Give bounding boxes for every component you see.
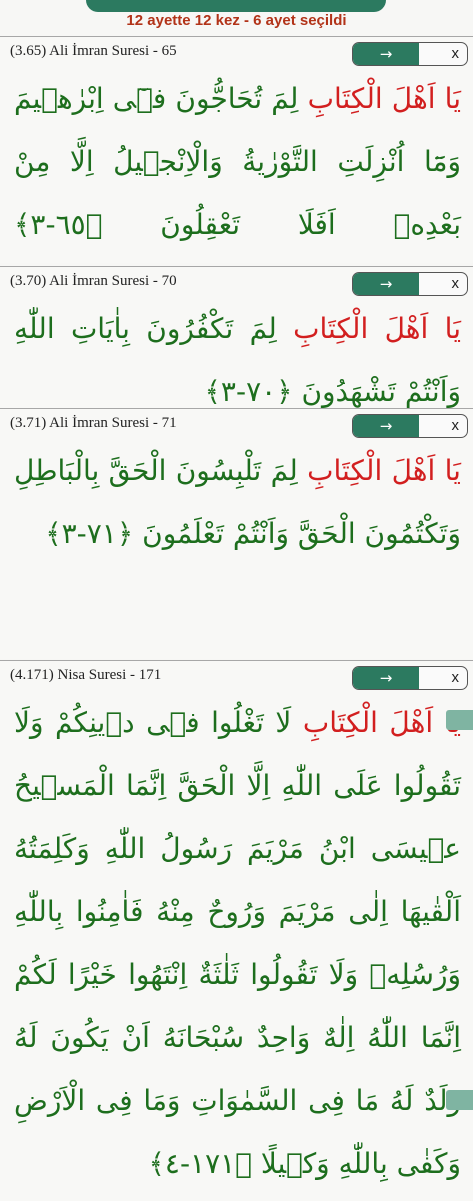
arrow-right-icon: → (379, 669, 393, 687)
arrow-right-icon: → (379, 417, 393, 435)
side-scroll-tab[interactable] (446, 1090, 473, 1110)
close-verse-button[interactable]: x (452, 273, 460, 295)
verse-number-marker: ﴿٦٥-٣﴾ (14, 208, 103, 241)
close-verse-button[interactable]: x (452, 667, 460, 689)
verse-number-marker: ﴿٧٠-٣﴾ (204, 375, 293, 408)
verse-number-marker: ﴿٧١-٣﴾ (45, 517, 134, 550)
verse-card: (3.70) Ali İmran Suresi - 70 → x يَا اَه… (0, 266, 473, 427)
header-tab-handle[interactable] (86, 0, 386, 12)
verse-text: يَا اَهْلَ الْكِتَابِ لِمَ تُحَاجُّونَ ف… (0, 67, 473, 256)
search-term-highlight: يَا اَهْلَ الْكِتَابِ (307, 454, 461, 487)
search-summary: 12 ayette 12 kez - 6 ayet seçildi (126, 12, 347, 29)
go-to-verse-button[interactable]: → (353, 415, 419, 437)
verse-text: يَا اَهْلَ الْكِتَابِ لِمَ تَكْفُرُونَ ب… (0, 297, 473, 423)
verse-card-header: (3.70) Ali İmran Suresi - 70 → x (0, 267, 473, 297)
arrow-right-icon: → (379, 45, 393, 63)
go-to-verse-button[interactable]: → (353, 667, 419, 689)
search-term-highlight: يَٓا اَهْلَ الْكِتَابِ (302, 706, 461, 739)
verse-reference: (3.71) Ali İmran Suresi - 71 (10, 415, 177, 431)
verse-card-header: (4.171) Nisa Suresi - 171 → x (0, 661, 473, 691)
side-scroll-tab[interactable] (446, 710, 473, 730)
search-term-highlight: يَا اَهْلَ الْكِتَابِ (293, 312, 461, 345)
results-header: 12 ayette 12 kez - 6 ayet seçildi (0, 0, 473, 36)
verse-reference: (3.70) Ali İmran Suresi - 70 (10, 273, 177, 289)
verse-controls: → x (352, 414, 468, 438)
verse-controls: → x (352, 272, 468, 296)
verse-controls: → x (352, 666, 468, 690)
verse-card: (3.71) Ali İmran Suresi - 71 → x يَا اَه… (0, 408, 473, 659)
verse-reference: (3.65) Ali İmran Suresi - 65 (10, 43, 177, 59)
arrow-right-icon: → (379, 275, 393, 293)
verse-body: لَا تَغْلُوا فٖى دٖينِكُمْ وَلَا تَقُولُ… (14, 706, 461, 1180)
verse-controls: → x (352, 42, 468, 66)
verse-card: (4.171) Nisa Suresi - 171 → x يَٓا اَهْل… (0, 660, 473, 1201)
verse-text: يَا اَهْلَ الْكِتَابِ لِمَ تَلْبِسُونَ ا… (0, 439, 473, 565)
verse-reference: (4.171) Nisa Suresi - 171 (10, 667, 162, 683)
close-verse-button[interactable]: x (452, 415, 460, 437)
close-verse-button[interactable]: x (452, 43, 460, 65)
search-term-highlight: يَا اَهْلَ الْكِتَابِ (307, 82, 461, 115)
verse-number-marker: ﴿١٧١-٤﴾ (148, 1147, 252, 1180)
verse-card-header: (3.71) Ali İmran Suresi - 71 → x (0, 409, 473, 439)
go-to-verse-button[interactable]: → (353, 273, 419, 295)
verse-card-header: (3.65) Ali İmran Suresi - 65 → x (0, 37, 473, 67)
verse-card: (3.65) Ali İmran Suresi - 65 → x يَا اَه… (0, 36, 473, 263)
go-to-verse-button[interactable]: → (353, 43, 419, 65)
verse-text: يَٓا اَهْلَ الْكِتَابِ لَا تَغْلُوا فٖى … (0, 691, 473, 1195)
